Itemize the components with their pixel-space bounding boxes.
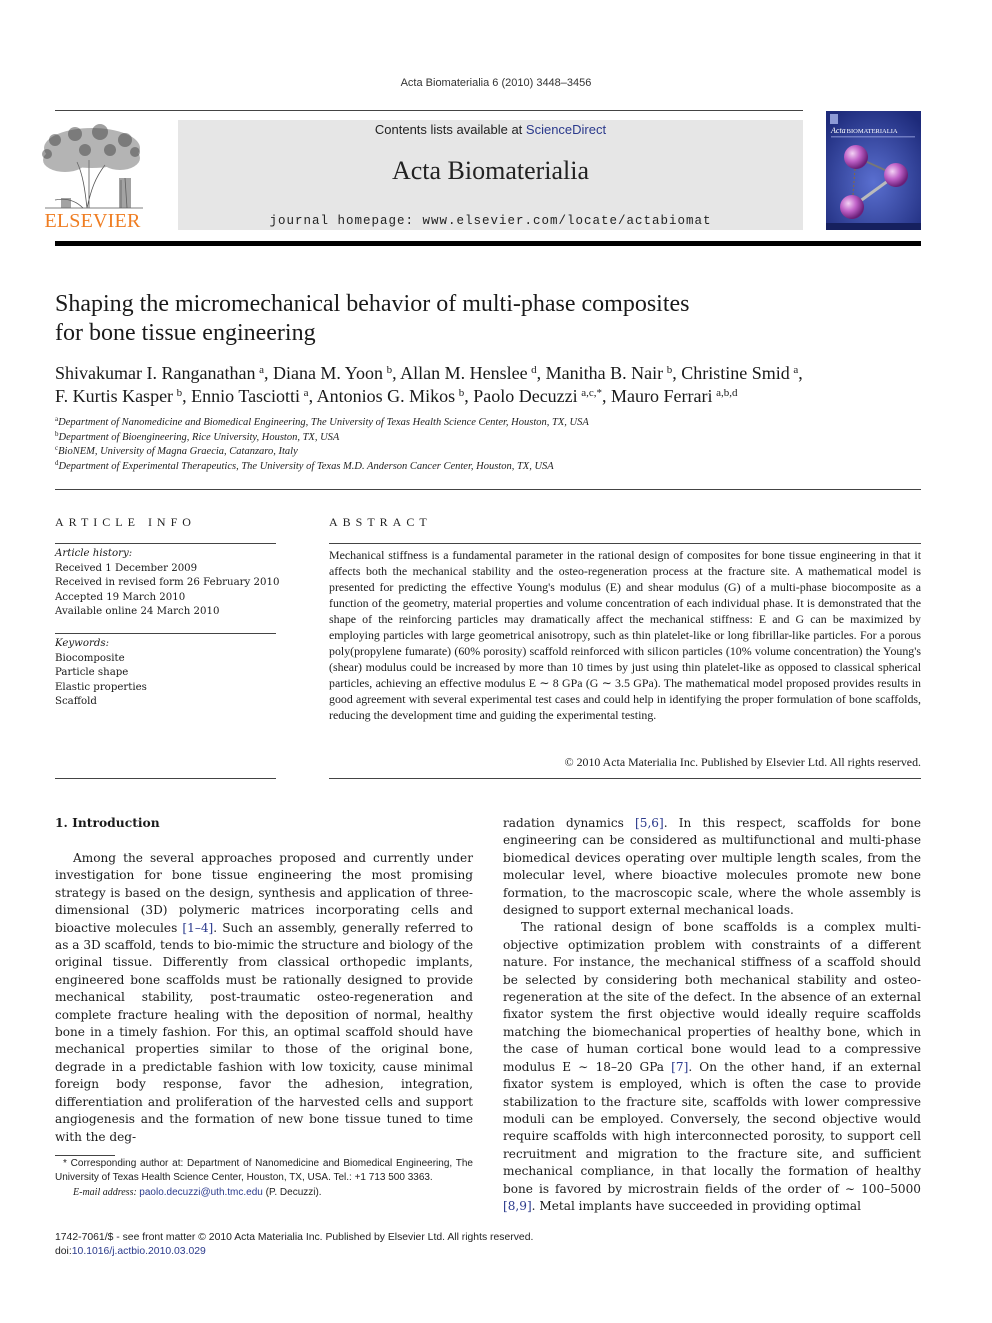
history-received: Received 1 December 2009	[55, 562, 198, 574]
author-affiliation-marker[interactable]: a,b,d	[716, 387, 737, 399]
header-rule	[55, 110, 803, 111]
abstract-rule	[329, 543, 921, 544]
journal-reference: Acta Biomaterialia 6 (2010) 3448–3456	[400, 77, 592, 89]
elsevier-wordmark: ELSEVIER	[44, 210, 141, 232]
sciencedirect-link[interactable]: ScienceDirect	[526, 122, 606, 137]
article-info-bottom-rule	[55, 778, 276, 779]
paragraph: radation dynamics [5,6]. In this respect…	[503, 816, 921, 918]
keywords: Keywords: Biocomposite Particle shape El…	[55, 637, 280, 710]
author[interactable]: Mauro Ferrari a,b,d	[611, 386, 737, 406]
citation-link[interactable]: [7]	[671, 1060, 688, 1074]
email-link[interactable]: paolo.decuzzi@uth.tmc.edu	[139, 1187, 263, 1198]
affiliation: bDepartment of Bioengineering, Rice Univ…	[55, 429, 340, 443]
author[interactable]: Antonios G. Mikos b	[317, 386, 465, 406]
keywords-label: Keywords:	[55, 638, 110, 649]
history-online: Available online 24 March 2010	[55, 606, 220, 618]
doi-line: doi:10.1016/j.actbio.2010.03.029	[55, 1246, 206, 1258]
citation-link[interactable]: [1–4]	[182, 921, 213, 935]
contents-line: Contents lists available at ScienceDirec…	[178, 122, 803, 137]
keywords-rule	[55, 633, 276, 634]
abstract-text: Mechanical stiffness is a fundamental pa…	[329, 548, 921, 722]
footnote-rule	[55, 1155, 115, 1156]
article-info-rule	[55, 543, 276, 544]
publication-meta: 1742-7061/$ - see front matter © 2010 Ac…	[55, 1231, 755, 1260]
keyword: Biocomposite	[55, 652, 125, 664]
issn-line: 1742-7061/$ - see front matter © 2010 Ac…	[55, 1232, 534, 1243]
masthead-thick-rule	[55, 241, 921, 246]
citation-link[interactable]: [8,9]	[503, 1199, 532, 1213]
doi-link[interactable]: 10.1016/j.actbio.2010.03.029	[72, 1246, 206, 1257]
contents-prefix: Contents lists available at	[374, 122, 526, 137]
author[interactable]: Ennio Tasciotti a	[191, 386, 308, 406]
keyword: Elastic properties	[55, 681, 147, 693]
abstract-copyright: © 2010 Acta Materialia Inc. Published by…	[564, 755, 921, 769]
affiliations-rule	[55, 489, 921, 490]
affiliation: cBioNEM, University of Magna Graecia, Ca…	[55, 444, 298, 458]
article-info-heading: ARTICLE INFO	[55, 515, 196, 529]
history-accepted: Accepted 19 March 2010	[55, 591, 186, 603]
journal-title: Acta Biomaterialia	[391, 156, 590, 185]
affiliation: aDepartment of Nanomedicine and Biomedic…	[55, 415, 589, 429]
journal-homepage-link[interactable]: journal homepage: www.elsevier.com/locat…	[178, 214, 803, 228]
body-column-left: Among the several approaches proposed an…	[55, 850, 473, 1146]
affiliation: dDepartment of Experimental Therapeutics…	[55, 458, 554, 472]
footnote-text: * Corresponding author at: Department of…	[55, 1158, 473, 1184]
article-title: Shaping the micromechanical behavior of …	[55, 290, 855, 348]
author[interactable]: Christine Smid a	[681, 363, 798, 383]
footnote-email: E-mail address: paolo.decuzzi@uth.tmc.ed…	[73, 1186, 322, 1198]
cover-title: ActaBIOMATERIALIA	[830, 126, 898, 135]
author-affiliation-marker[interactable]: a,c,*	[581, 387, 602, 399]
history-label: Article history:	[55, 548, 133, 559]
history-revised: Received in revised form 26 February 201…	[55, 577, 280, 589]
corresponding-author-footnote: * Corresponding author at: Department of…	[55, 1157, 473, 1200]
citation-link[interactable]: [5,6]	[635, 816, 664, 830]
author-corresponding[interactable]: Paolo Decuzzi a,c,*	[473, 386, 602, 406]
author[interactable]: Diana M. Yoon b	[273, 363, 392, 383]
author[interactable]: Allan M. Henslee d	[400, 363, 537, 383]
affiliations: aDepartment of Nanomedicine and Biomedic…	[55, 416, 935, 474]
body-column-right: radation dynamics [5,6]. In this respect…	[503, 815, 921, 1215]
keyword: Particle shape	[55, 667, 129, 679]
abstract-bottom-rule	[329, 778, 921, 779]
article-history: Article history: Received 1 December 200…	[55, 547, 280, 620]
article-title-line2: for bone tissue engineering	[55, 320, 316, 346]
article-title-line1: Shaping the micromechanical behavior of …	[55, 291, 690, 317]
author[interactable]: Manitha B. Nair b	[546, 363, 673, 383]
author[interactable]: Shivakumar I. Ranganathan a	[55, 363, 264, 383]
paragraph: The rational design of bone scaffolds is…	[503, 920, 921, 1213]
author-list: Shivakumar I. Ranganathan a, Diana M. Yo…	[55, 363, 803, 406]
keyword: Scaffold	[55, 696, 97, 708]
abstract-heading: ABSTRACT	[329, 515, 432, 529]
author[interactable]: F. Kurtis Kasper b	[55, 386, 182, 406]
section-heading-introduction: 1. Introduction	[55, 815, 160, 830]
paragraph: Among the several approaches proposed an…	[55, 851, 473, 1144]
journal-cover-image: ActaBIOMATERIALIA	[826, 111, 921, 230]
